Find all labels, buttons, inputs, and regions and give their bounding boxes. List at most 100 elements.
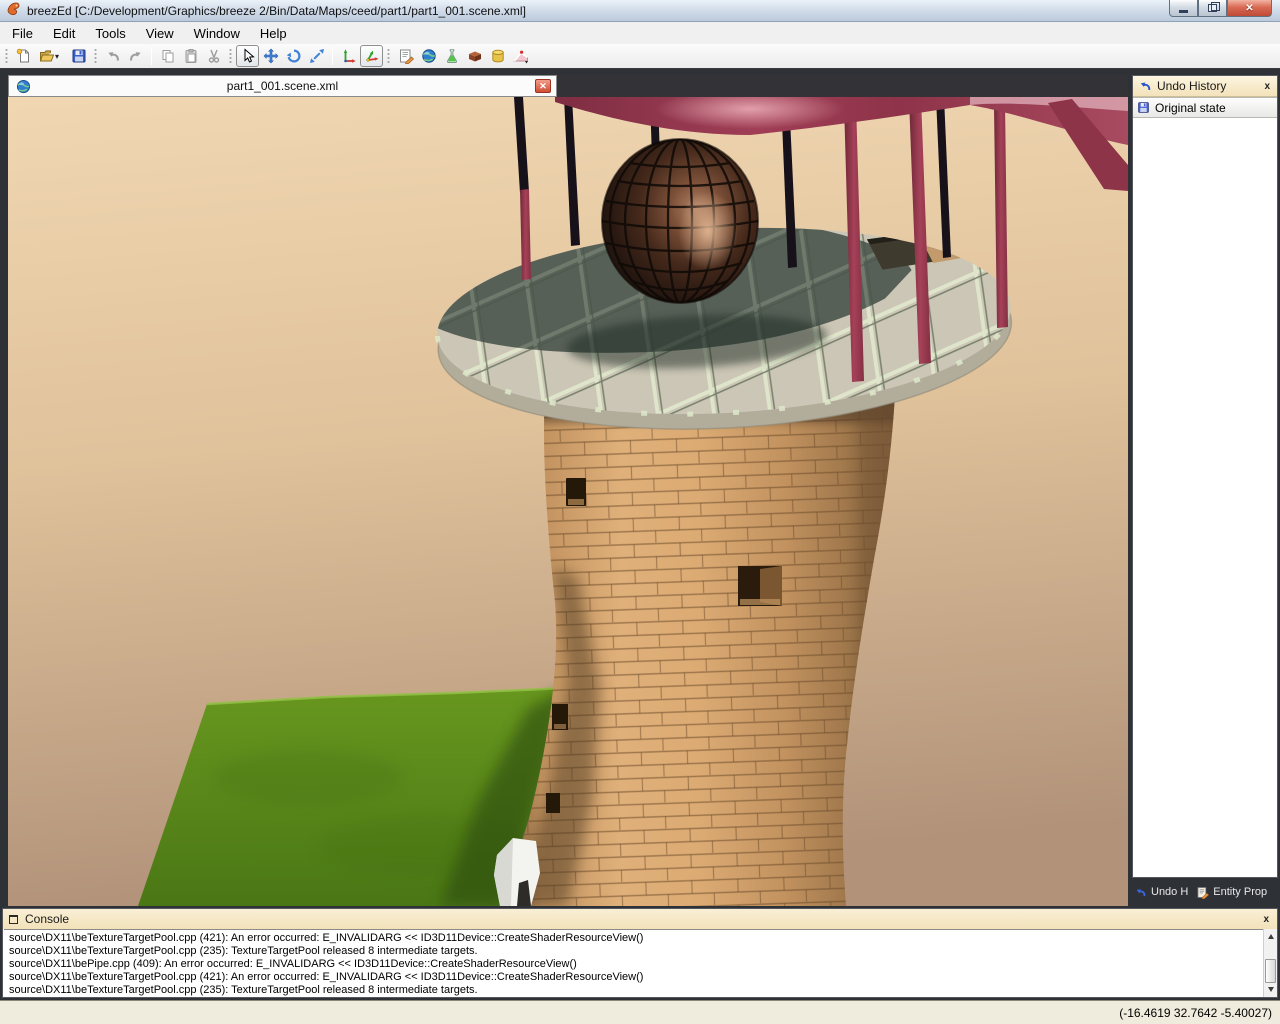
menu-bar: File Edit Tools View Window Help [0,22,1280,44]
undo-history-header[interactable]: Undo History x [1133,76,1277,97]
menu-file[interactable]: File [2,23,43,44]
console-line: source\DX11\beTextureTargetPool.cpp (421… [9,971,1258,984]
toolbar-separator [151,47,152,65]
breezed-logo-icon [6,1,21,21]
restore-icon [1208,4,1217,12]
undo-history-title: Undo History [1157,79,1262,93]
save-state-icon [1137,101,1150,114]
asset-button[interactable] [509,45,532,67]
menu-window[interactable]: Window [184,23,250,44]
toolbar-grip[interactable] [228,48,233,64]
open-folder-icon [39,48,55,64]
globe-icon [421,48,437,64]
scroll-down-icon[interactable] [1264,983,1277,996]
status-bar: (-16.4619 32.7642 -5.40027) [0,1000,1280,1024]
flask-icon [444,48,460,64]
open-dropdown-icon: ▾ [55,52,63,61]
undo-history-item-original-state[interactable]: Original state [1133,97,1277,118]
restore-button[interactable] [1198,0,1227,17]
viewport-3d[interactable] [8,97,1128,906]
cut-button[interactable] [202,45,225,67]
undo-history-item-label: Original state [1155,101,1226,115]
world-button[interactable] [417,45,440,67]
copy-button[interactable] [156,45,179,67]
test-scene-button[interactable] [440,45,463,67]
console-scrollbar[interactable] [1263,929,1277,997]
toolbar-grip[interactable] [93,48,98,64]
console-title: Console [25,912,1261,926]
menu-help[interactable]: Help [250,23,297,44]
undo-button[interactable] [101,45,124,67]
redo-button[interactable] [124,45,147,67]
rotate-icon [286,48,302,64]
menu-tools[interactable]: Tools [85,23,135,44]
console-log[interactable]: source\DX11\beTextureTargetPool.cpp (421… [4,929,1263,996]
local-axes-button[interactable] [360,45,383,67]
menu-view[interactable]: View [136,23,184,44]
entity-properties-button[interactable] [394,45,417,67]
scale-icon [309,48,325,64]
console-float-icon [9,915,18,924]
console-header[interactable]: Console x [3,909,1277,929]
material-button[interactable] [463,45,486,67]
new-document-icon [16,48,32,64]
undo-history-panel: Undo History x Original state [1132,75,1278,878]
tab-close-button[interactable]: ✕ [535,79,551,93]
entity-properties-icon [398,48,414,64]
console-line: source\DX11\beTextureTargetPool.cpp (421… [9,932,1258,945]
undo-icon [105,48,121,64]
toolbar-grip[interactable] [386,48,391,64]
console-close-icon[interactable]: x [1261,914,1271,925]
paste-icon [183,48,199,64]
minimize-icon [1179,10,1188,13]
console-panel: Console x source\DX11\beTextureTargetPoo… [2,908,1278,998]
undo-history-icon [1138,79,1152,93]
cake-icon [513,48,529,64]
cut-icon [206,48,222,64]
save-icon [71,48,87,64]
console-line: source\DX11\beTextureTargetPool.cpp (235… [9,984,1258,996]
console-line: source\DX11\bePipe.cpp (409): An error o… [9,958,1258,971]
cylinder-icon [490,48,506,64]
scrollbar-thumb[interactable] [1265,959,1276,983]
tab-entity-properties[interactable]: Entity Prop [1196,886,1267,899]
scene-sphere[interactable] [602,139,758,303]
paste-button[interactable] [179,45,202,67]
primitive-button[interactable] [486,45,509,67]
toolbar: ▾ [0,44,1280,69]
undo-tab-icon [1134,886,1147,899]
console-line: source\DX11\beTextureTargetPool.cpp (235… [9,945,1258,958]
select-tool-button[interactable] [236,45,259,67]
panel-tab-bar: Undo H Entity Prop [1130,879,1280,905]
window-title: breezEd [C:/Development/Graphics/breeze … [27,4,526,18]
save-button[interactable] [67,45,90,67]
rotate-tool-button[interactable] [282,45,305,67]
copy-icon [160,48,176,64]
undo-history-close-icon[interactable]: x [1262,81,1272,92]
title-bar[interactable]: breezEd [C:/Development/Graphics/breeze … [0,0,1280,22]
minimize-button[interactable] [1169,0,1198,17]
select-cursor-icon [240,48,256,64]
world-axes-button[interactable] [337,45,360,67]
toolbar-separator [332,47,333,65]
tab-part1-001-scene[interactable]: part1_001.scene.xml ✕ [8,75,557,97]
move-icon [263,48,279,64]
tab-entity-properties-label: Entity Prop [1213,886,1267,898]
axes-icon [341,48,357,64]
toolbar-grip[interactable] [4,48,9,64]
menu-edit[interactable]: Edit [43,23,85,44]
scale-tool-button[interactable] [305,45,328,67]
close-icon: ✕ [1245,3,1253,14]
tab-label: part1_001.scene.xml [9,79,556,93]
scroll-up-icon[interactable] [1264,930,1277,943]
local-axes-icon [364,48,380,64]
redo-icon [128,48,144,64]
tab-undo-history[interactable]: Undo H [1134,886,1188,899]
new-scene-button[interactable] [12,45,35,67]
close-button[interactable]: ✕ [1227,0,1272,17]
brick-icon [467,48,483,64]
open-button[interactable]: ▾ [35,45,67,67]
move-tool-button[interactable] [259,45,282,67]
entity-prop-tab-icon [1196,886,1209,899]
document-tab-strip: part1_001.scene.xml ✕ [8,75,1128,97]
